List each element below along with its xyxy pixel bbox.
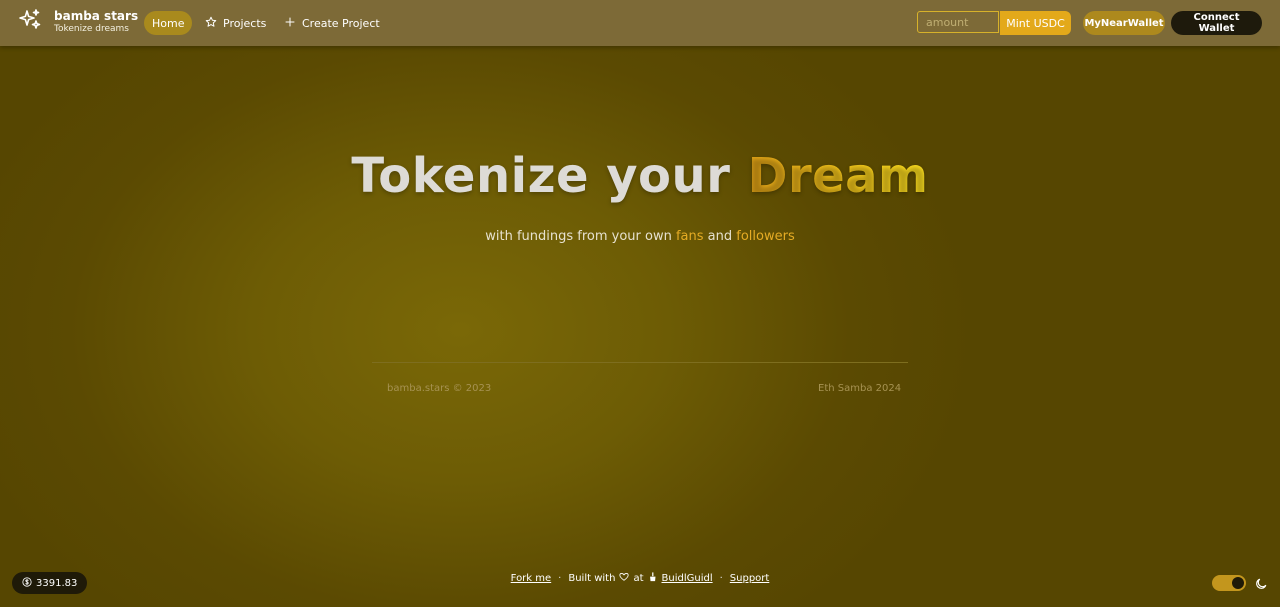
hero-sub-text: with fundings from your own: [485, 229, 676, 244]
separator-dot: ·: [558, 573, 562, 584]
footer-event: Eth Samba 2024: [818, 383, 902, 394]
brand-subtitle: Tokenize dreams: [54, 24, 129, 34]
connect-wallet-button[interactable]: Connect Wallet: [1171, 11, 1262, 35]
mint-usdc-button[interactable]: Mint USDC: [1000, 11, 1071, 35]
hero-subtitle: with fundings from your own fans and fol…: [0, 229, 1280, 244]
nav-create-project-label: Create Project: [302, 16, 380, 30]
hero-sub-fans: fans: [675, 229, 704, 244]
hero-title: Tokenize your Dream: [0, 148, 1280, 204]
nav-projects-label: Projects: [223, 16, 267, 30]
star-icon: [205, 16, 223, 31]
footer-divider: [372, 362, 908, 363]
theme-toggle[interactable]: [1212, 575, 1246, 591]
hero-sub-followers: followers: [736, 229, 795, 244]
toggle-knob: [1232, 577, 1244, 589]
fork-me-link[interactable]: Fork me: [511, 573, 552, 584]
at-text: at: [633, 573, 644, 584]
hero-title-main: Tokenize your: [351, 148, 748, 204]
buidlguidl-icon: [644, 572, 662, 585]
hero-title-accent: Dream: [747, 148, 929, 204]
hero-sub-and: and: [703, 229, 737, 244]
heart-icon: [615, 572, 633, 585]
brand-title: bamba stars: [54, 9, 139, 23]
support-link[interactable]: Support: [730, 573, 770, 584]
top-navbar: bamba stars Tokenize dreams Home Project…: [0, 0, 1280, 46]
sparkles-icon: [18, 8, 42, 36]
amount-input[interactable]: [917, 11, 999, 33]
nav-create-project[interactable]: Create Project: [276, 11, 388, 35]
footer-copyright: bamba.stars © 2023: [387, 383, 492, 394]
brand-logo-link[interactable]: bamba stars Tokenize dreams: [18, 8, 138, 36]
nav-home-label: Home: [152, 16, 185, 30]
my-near-wallet-button[interactable]: MyNearWallet: [1083, 11, 1165, 35]
plus-icon: [284, 16, 302, 31]
built-with-text: Built with: [568, 573, 616, 584]
separator-dot: ·: [719, 573, 723, 584]
nav-projects[interactable]: Projects: [197, 11, 274, 35]
bottom-links: Fork me · Built with at BuidlGuidl · Sup…: [0, 572, 1280, 585]
moon-icon: [1254, 576, 1268, 590]
buidlguidl-link[interactable]: BuidlGuidl: [662, 573, 713, 584]
nav-home[interactable]: Home: [144, 11, 193, 35]
